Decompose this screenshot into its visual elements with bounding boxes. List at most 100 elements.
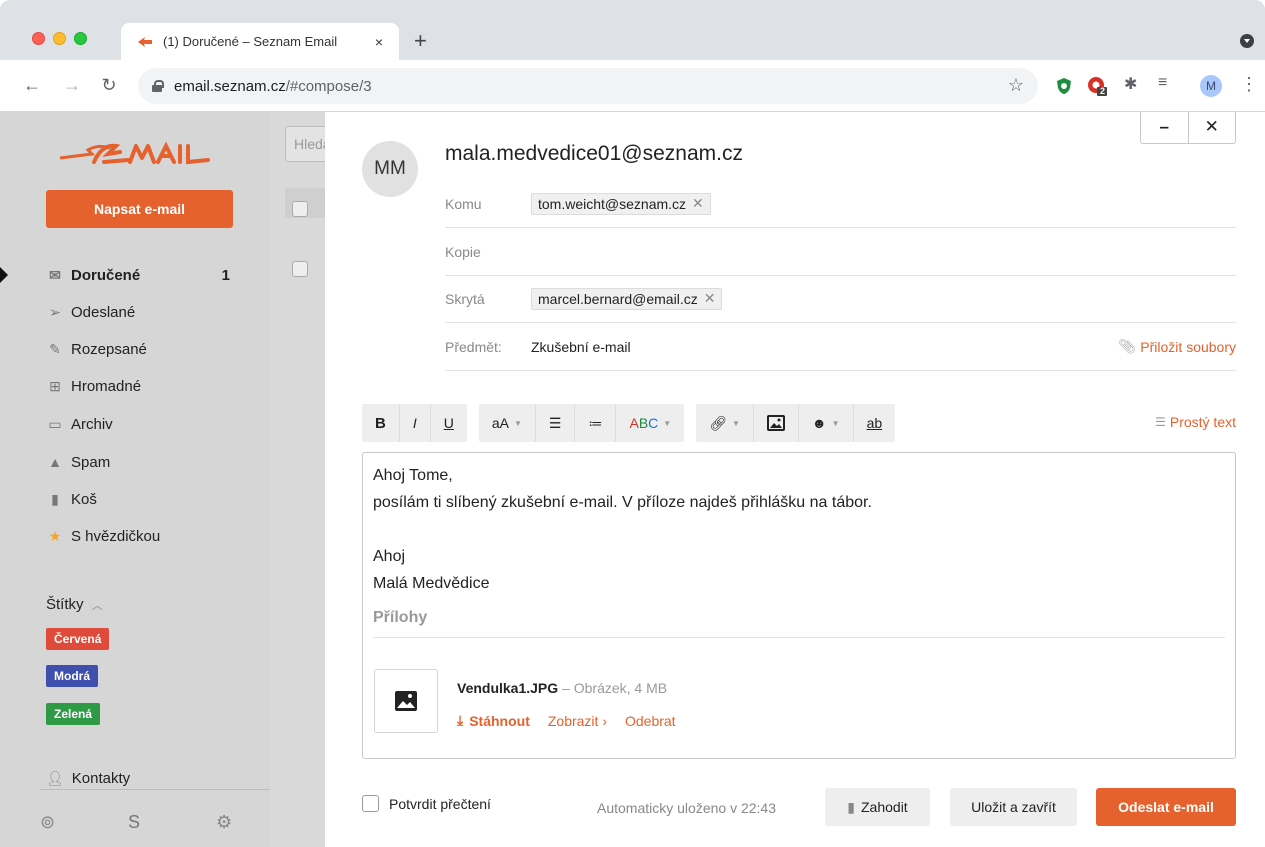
insert-group: 🔗︎ ▼ ☻ ▼ ab bbox=[696, 404, 896, 442]
attachment-thumbnail[interactable] bbox=[374, 669, 438, 733]
remove-recipient-icon[interactable]: ✕ bbox=[704, 290, 716, 307]
underline-button[interactable]: U bbox=[431, 404, 467, 442]
attachment-actions: ⤓ Stáhnout Zobrazit › Odebrat bbox=[457, 712, 676, 729]
strikethrough-button[interactable]: ab bbox=[854, 404, 896, 442]
checkbox[interactable] bbox=[362, 795, 379, 812]
read-receipt-checkbox[interactable]: Potvrdit přečtení bbox=[362, 795, 491, 812]
bookmark-star-icon[interactable]: ☆ bbox=[1008, 75, 1024, 96]
contacts-link[interactable]: 👤︎ Kontakty bbox=[46, 770, 130, 787]
folder-drafts[interactable]: ✎ Rozepsané bbox=[46, 338, 236, 360]
bold-button[interactable]: B bbox=[362, 404, 400, 442]
attach-files-link[interactable]: 📎︎ Přiložit soubory bbox=[1118, 338, 1236, 355]
close-compose-button[interactable]: ✕ bbox=[1189, 112, 1236, 143]
folder-archive[interactable]: ▭ Archiv bbox=[46, 413, 236, 435]
seznam-s-icon[interactable]: S bbox=[128, 812, 140, 833]
label-blue[interactable]: Modrá bbox=[46, 665, 98, 687]
folder-label: Rozepsané bbox=[71, 340, 147, 358]
folder-trash[interactable]: ▮ Koš bbox=[46, 488, 236, 510]
attachment-name: Vendulka1.JPG – Obrázek, 4 MB bbox=[457, 680, 668, 696]
shield-extension-icon[interactable] bbox=[1054, 76, 1074, 96]
address-bar[interactable]: email.seznam.cz/#compose/3 ☆ bbox=[138, 68, 1038, 104]
folder-spam[interactable]: ▲ Spam bbox=[46, 451, 236, 473]
reload-icon[interactable]: ↻ bbox=[98, 74, 120, 96]
minimize-window-button[interactable] bbox=[53, 32, 66, 45]
to-row[interactable]: Komu tom.weicht@seznam.cz ✕ bbox=[445, 180, 1236, 228]
tab-title: (1) Doručené – Seznam Email bbox=[163, 34, 338, 49]
download-link[interactable]: ⤓ Stáhnout bbox=[457, 712, 530, 729]
to-label: Komu bbox=[445, 195, 482, 212]
sender-address: mala.medvedice01@seznam.cz bbox=[445, 142, 743, 165]
lines-icon: ☰ bbox=[1155, 415, 1166, 429]
compose-footer: Potvrdit přečtení Automaticky uloženo v … bbox=[362, 788, 1236, 826]
remove-link[interactable]: Odebrat bbox=[625, 713, 676, 729]
tab-search-icon[interactable] bbox=[1240, 34, 1254, 48]
active-folder-marker bbox=[0, 267, 8, 283]
extensions-puzzle-icon[interactable]: ✱ bbox=[1124, 74, 1144, 94]
back-icon[interactable]: ← bbox=[21, 74, 43, 96]
save-close-button[interactable]: Uložit a zavřít bbox=[950, 788, 1077, 826]
subject-input[interactable]: Zkušební e-mail bbox=[531, 339, 631, 355]
recipient-chip[interactable]: marcel.bernard@email.cz ✕ bbox=[531, 287, 723, 310]
send-icon: ➢ bbox=[49, 303, 61, 320]
browser-tab[interactable]: (1) Doručené – Seznam Email × bbox=[121, 23, 399, 60]
folder-starred[interactable]: ★ S hvězdičkou bbox=[46, 525, 236, 547]
labels-heading[interactable]: Štítky ︿ bbox=[46, 596, 103, 613]
bullet-list-icon[interactable]: ≔ bbox=[575, 404, 617, 442]
emoji-icon[interactable]: ☻ ▼ bbox=[799, 404, 854, 442]
autosave-status: Automaticky uloženo v 22:43 bbox=[597, 800, 776, 816]
remove-recipient-icon[interactable]: ✕ bbox=[692, 195, 704, 212]
browser-menu-icon[interactable]: ⋮ bbox=[1240, 74, 1258, 95]
email-logo[interactable] bbox=[58, 132, 228, 172]
reading-list-icon[interactable]: ≡ bbox=[1158, 74, 1178, 94]
message-body-editor[interactable]: Ahoj Tome, posílám ti slíbený zkušební e… bbox=[362, 452, 1236, 759]
cc-label: Kopie bbox=[445, 243, 481, 260]
label-red[interactable]: Červená bbox=[46, 628, 110, 650]
label-green[interactable]: Zelená bbox=[46, 703, 101, 725]
download-icon: ⤓ bbox=[457, 712, 464, 728]
spellcheck-dropdown[interactable]: A B C ▼ bbox=[616, 404, 684, 442]
body-line: Malá Medvědice bbox=[373, 575, 490, 592]
image-icon bbox=[395, 691, 417, 711]
calendar-icon[interactable]: ⊚ bbox=[40, 812, 55, 833]
red-extension-icon[interactable]: 2 bbox=[1087, 76, 1107, 96]
plain-text-toggle[interactable]: ☰ Prostý text bbox=[1155, 414, 1236, 430]
select-all-checkbox[interactable] bbox=[292, 201, 308, 217]
minimize-compose-button[interactable]: – bbox=[1141, 112, 1189, 143]
forward-icon[interactable]: → bbox=[61, 74, 83, 96]
view-link[interactable]: Zobrazit › bbox=[548, 713, 607, 729]
folder-label: Koš bbox=[71, 490, 97, 508]
browser-toolbar: ← → ↻ email.seznam.cz/#compose/3 ☆ 2 ✱ ≡… bbox=[0, 60, 1265, 112]
link-icon[interactable]: 🔗︎ ▼ bbox=[696, 404, 754, 442]
search-input[interactable]: Hledat bbox=[285, 126, 330, 162]
tab-close-icon[interactable]: × bbox=[367, 34, 391, 50]
profile-avatar[interactable]: M bbox=[1200, 75, 1222, 97]
formatting-toolbar: B I U aA ▼ ☰ ≔ A B C ▼ 🔗︎ ▼ ☻ ▼ ab bbox=[362, 404, 907, 442]
recipient-chip[interactable]: tom.weicht@seznam.cz ✕ bbox=[531, 192, 711, 215]
body-line: Ahoj Tome, bbox=[373, 467, 453, 484]
folder-label: Spam bbox=[71, 453, 111, 471]
bcc-row[interactable]: Skrytá marcel.bernard@email.cz ✕ bbox=[445, 275, 1236, 323]
browser-window: (1) Doručené – Seznam Email × + ← → ↻ em… bbox=[0, 0, 1265, 847]
bcc-label: Skrytá bbox=[445, 290, 485, 307]
italic-button[interactable]: I bbox=[400, 404, 431, 442]
settings-gear-icon[interactable]: ⚙ bbox=[216, 812, 232, 833]
numbered-list-icon[interactable]: ☰ bbox=[536, 404, 576, 442]
folder-sent[interactable]: ➢ Odeslané bbox=[46, 301, 236, 323]
font-size-dropdown[interactable]: aA ▼ bbox=[479, 404, 536, 442]
folder-label: Archiv bbox=[71, 415, 113, 433]
insert-image-icon[interactable] bbox=[754, 404, 799, 442]
close-window-button[interactable] bbox=[32, 32, 45, 45]
message-checkbox[interactable] bbox=[292, 261, 308, 277]
compose-button[interactable]: Napsat e-mail bbox=[46, 190, 233, 228]
sidebar-divider bbox=[40, 789, 270, 790]
folder-inbox[interactable]: ✉ Doručené 1 bbox=[46, 264, 236, 286]
zoom-window-button[interactable] bbox=[74, 32, 87, 45]
discard-button[interactable]: ▮ Zahodit bbox=[825, 788, 930, 826]
folder-bulk[interactable]: ⊞ Hromadné bbox=[46, 375, 236, 397]
subject-row[interactable]: Předmět: Zkušební e-mail 📎︎ Přiložit sou… bbox=[445, 323, 1236, 371]
new-tab-button[interactable]: + bbox=[414, 30, 427, 52]
cc-row[interactable]: Kopie bbox=[445, 228, 1236, 276]
tab-strip: (1) Doručené – Seznam Email × + bbox=[0, 0, 1265, 60]
send-button[interactable]: Odeslat e-mail bbox=[1096, 788, 1236, 826]
compose-panel: – ✕ MM mala.medvedice01@seznam.cz Komu t… bbox=[325, 112, 1265, 847]
